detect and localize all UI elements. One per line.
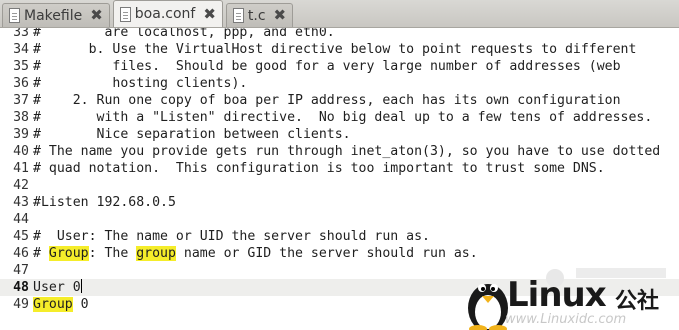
line-text: User 0 (33, 279, 82, 295)
line-text: # hosting clients). (33, 76, 248, 91)
line-text: # b. Use the VirtualHost directive below… (33, 42, 637, 57)
tab-label: Makefile (24, 7, 83, 24)
document-icon (232, 8, 244, 23)
line-number: 45 (13, 229, 29, 244)
tab-boa-conf[interactable]: boa.conf ✖ (112, 0, 223, 27)
line-text: # Nice separation between clients. (33, 127, 351, 142)
tab-t-c[interactable]: t.c ✖ (225, 3, 294, 27)
document-icon (119, 6, 131, 22)
code-line: 45 # User: The name or UID the server sh… (0, 228, 679, 245)
line-number: 35 (13, 59, 29, 74)
line-text: # with a "Listen" directive. No big deal… (33, 110, 653, 125)
line-number: 41 (13, 161, 29, 176)
tab-label: boa.conf (134, 6, 196, 22)
close-icon[interactable]: ✖ (90, 8, 103, 23)
line-number: 38 (13, 110, 29, 125)
text-cursor (80, 279, 82, 293)
line-number: 44 (13, 212, 29, 227)
code-line: 41 # quad notation. This configuration i… (0, 160, 679, 177)
penguin-icon (468, 284, 508, 330)
code-line: 33 # are localhost, ppp, and eth0. (0, 28, 679, 41)
line-text: # Group: The group name or GID the serve… (33, 246, 478, 261)
tab-label: t.c (247, 7, 266, 24)
code-line: 39 # Nice separation between clients. (0, 126, 679, 143)
line-number: 33 (13, 28, 29, 40)
watermark-url: www.Linuxidc.com (505, 312, 627, 327)
search-highlight: group (136, 246, 176, 261)
line-text: # User: The name or UID the server shoul… (33, 229, 430, 244)
line-number: 39 (13, 127, 29, 142)
tab-bar: Makefile ✖ boa.conf ✖ t.c ✖ (0, 0, 679, 28)
code-line: 43 #Listen 192.68.0.5 (0, 194, 679, 211)
close-icon[interactable]: ✖ (203, 6, 216, 22)
close-icon[interactable]: ✖ (274, 8, 287, 23)
code-line: 37 # 2. Run one copy of boa per IP addre… (0, 92, 679, 109)
code-line: 42 (0, 177, 679, 194)
tab-makefile[interactable]: Makefile ✖ (2, 3, 110, 27)
search-highlight: Group (33, 297, 73, 312)
code-line: 35 # files. Should be good for a very la… (0, 58, 679, 75)
line-number: 37 (13, 93, 29, 108)
watermark-brand: Linux (507, 275, 607, 315)
code-line: 34 # b. Use the VirtualHost directive be… (0, 41, 679, 58)
code-line: 40 # The name you provide gets run throu… (0, 143, 679, 160)
line-text: #Listen 192.68.0.5 (33, 195, 176, 210)
line-text: # The name you provide gets run through … (33, 144, 661, 159)
code-line: 44 (0, 211, 679, 228)
line-number: 49 (13, 297, 29, 312)
line-number: 36 (13, 76, 29, 91)
line-text: # 2. Run one copy of boa per IP address,… (33, 93, 621, 108)
line-number: 42 (13, 178, 29, 193)
line-number: 43 (13, 195, 29, 210)
line-number: 48 (13, 280, 29, 295)
line-number: 34 (13, 42, 29, 57)
line-text: # files. Should be good for a very large… (33, 59, 621, 74)
watermark-cn: 公社 (615, 289, 660, 314)
search-highlight: Group (48, 246, 89, 261)
line-number: 40 (13, 144, 29, 159)
code-line: 38 # with a "Listen" directive. No big d… (0, 109, 679, 126)
line-text: # quad notation. This configuration is t… (33, 161, 605, 176)
code-line: 36 # hosting clients). (0, 75, 679, 92)
line-text: # are localhost, ppp, and eth0. (33, 28, 335, 40)
line-number: 47 (13, 263, 29, 278)
document-icon (9, 8, 20, 23)
line-text: Group 0 (33, 297, 89, 312)
line-number: 46 (13, 246, 29, 261)
